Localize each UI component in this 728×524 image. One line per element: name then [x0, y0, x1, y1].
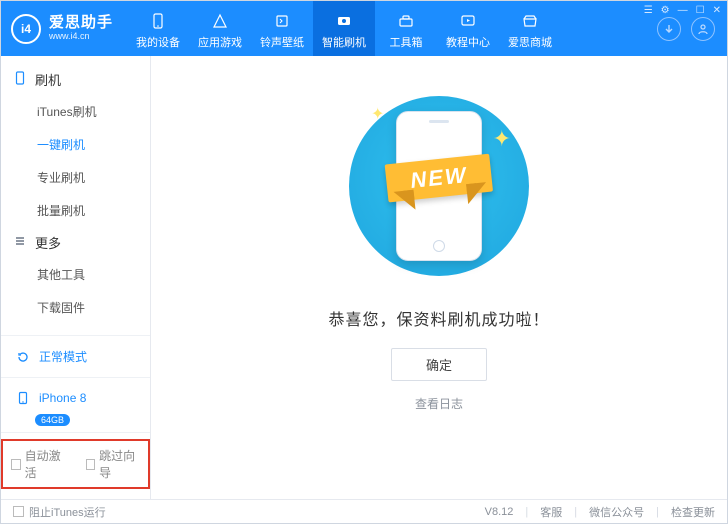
menu-icon[interactable]: ☰	[644, 5, 653, 16]
maximize-icon[interactable]: ☐	[696, 5, 705, 16]
sidebar-item-pro-flash[interactable]: 专业刷机	[1, 161, 150, 194]
play-icon	[458, 11, 478, 31]
device-row[interactable]: iPhone 8	[11, 384, 140, 412]
tab-smart-flash[interactable]: 智能刷机	[313, 1, 375, 56]
tab-label: 应用游戏	[198, 34, 242, 50]
sidebar-item-download-firmware[interactable]: 下载固件	[1, 291, 150, 321]
sidebar-item-batch-flash[interactable]: 批量刷机	[1, 194, 150, 227]
window-controls: ☰ ⚙ — ☐ ✕	[644, 5, 721, 16]
top-tabs: 我的设备 应用游戏 铃声壁纸 智能刷机 工具箱 教程中心 爱思商城	[127, 1, 657, 56]
store-icon	[520, 11, 540, 31]
check-update-link[interactable]: 检查更新	[671, 504, 715, 520]
device-mode-row[interactable]: 正常模式	[11, 342, 140, 371]
divider	[1, 377, 150, 378]
status-bar: 阻止iTunes运行 V8.12 | 客服 | 微信公众号 | 检查更新	[1, 499, 727, 523]
device-mode-label: 正常模式	[39, 348, 87, 365]
footer-right: V8.12 | 客服 | 微信公众号 | 检查更新	[485, 504, 715, 520]
tab-store[interactable]: 爱思商城	[499, 1, 561, 56]
app-logo[interactable]: i4 爱思助手 www.i4.cn	[1, 1, 127, 56]
minimize-icon[interactable]: —	[678, 5, 688, 16]
app-header: ☰ ⚙ — ☐ ✕ i4 爱思助手 www.i4.cn 我的设备 应用游戏 铃声…	[1, 1, 727, 56]
storage-badge: 64GB	[35, 414, 70, 426]
auto-activate-checkbox[interactable]: 自动激活	[11, 447, 66, 481]
checkbox-label-text: 自动激活	[25, 447, 66, 481]
tab-tutorials[interactable]: 教程中心	[437, 1, 499, 56]
sidebar-item-other-tools[interactable]: 其他工具	[1, 258, 150, 291]
highlighted-options: 自动激活 跳过向导	[1, 439, 150, 489]
phone-speaker	[429, 120, 449, 123]
tab-label: 教程中心	[446, 34, 490, 50]
support-link[interactable]: 客服	[540, 504, 562, 520]
sidebar-item-itunes-flash[interactable]: iTunes刷机	[1, 95, 150, 128]
logo-text: 爱思助手 www.i4.cn	[49, 15, 113, 41]
success-illustration: ✦ ✦ NEW	[324, 86, 554, 286]
settings-icon[interactable]: ⚙	[661, 5, 670, 16]
tab-label: 工具箱	[390, 34, 423, 50]
tab-label: 我的设备	[136, 34, 180, 50]
divider: |	[656, 506, 659, 518]
success-message: 恭喜您，保资料刷机成功啦！	[328, 306, 549, 330]
tab-label: 智能刷机	[322, 34, 366, 50]
checkbox-icon	[11, 459, 21, 470]
device-name: iPhone 8	[39, 391, 86, 405]
divider	[1, 432, 150, 433]
checkbox-icon	[13, 506, 24, 517]
block-itunes-checkbox[interactable]: 阻止iTunes运行	[13, 504, 106, 520]
app-title: 爱思助手	[49, 15, 113, 32]
main-area: 刷机 iTunes刷机 一键刷机 专业刷机 批量刷机 更多 其他工具 下载固件 …	[1, 56, 727, 499]
flash-icon	[334, 11, 354, 31]
tab-label: 铃声壁纸	[260, 34, 304, 50]
sparkle-icon: ✦	[493, 126, 511, 152]
list-icon	[13, 234, 27, 251]
tab-my-device[interactable]: 我的设备	[127, 1, 189, 56]
checkbox-label-text: 跳过向导	[99, 447, 140, 481]
wechat-link[interactable]: 微信公众号	[589, 504, 644, 520]
divider: |	[525, 506, 528, 518]
tab-apps[interactable]: 应用游戏	[189, 1, 251, 56]
close-icon[interactable]: ✕	[713, 5, 721, 16]
sidebar-item-oneclick-flash[interactable]: 一键刷机	[1, 128, 150, 161]
sidebar-section-flash[interactable]: 刷机	[1, 64, 150, 95]
music-icon	[272, 11, 292, 31]
sidebar-bottom: 正常模式 iPhone 8 64GB 自动激活 跳过向导	[1, 321, 150, 499]
download-button[interactable]	[657, 17, 681, 41]
checkbox-icon	[86, 459, 96, 470]
tab-ringtones[interactable]: 铃声壁纸	[251, 1, 313, 56]
phone-home-button	[433, 240, 445, 252]
app-subtitle: www.i4.cn	[49, 32, 113, 42]
user-button[interactable]	[691, 17, 715, 41]
view-log-link[interactable]: 查看日志	[415, 395, 463, 412]
phone-icon	[148, 11, 168, 31]
sidebar: 刷机 iTunes刷机 一键刷机 专业刷机 批量刷机 更多 其他工具 下载固件 …	[1, 56, 151, 499]
sparkle-icon: ✦	[371, 104, 384, 124]
sidebar-section-more[interactable]: 更多	[1, 227, 150, 258]
footer-left-label: 阻止iTunes运行	[29, 504, 106, 520]
version-label: V8.12	[485, 506, 514, 518]
toolbox-icon	[396, 11, 416, 31]
apps-icon	[210, 11, 230, 31]
device-icon	[15, 390, 31, 406]
section-title: 更多	[35, 233, 61, 252]
tab-label: 爱思商城	[508, 34, 552, 50]
content-pane: ✦ ✦ NEW 恭喜您，保资料刷机成功啦！ 确定 查看日志	[151, 56, 727, 499]
logo-mark-icon: i4	[11, 14, 41, 44]
refresh-icon	[15, 349, 31, 365]
tab-toolbox[interactable]: 工具箱	[375, 1, 437, 56]
section-title: 刷机	[35, 70, 61, 89]
divider: |	[574, 506, 577, 518]
ok-button[interactable]: 确定	[391, 348, 487, 381]
skip-guide-checkbox[interactable]: 跳过向导	[86, 447, 141, 481]
phone-outline-icon	[13, 71, 27, 88]
divider	[1, 335, 150, 336]
